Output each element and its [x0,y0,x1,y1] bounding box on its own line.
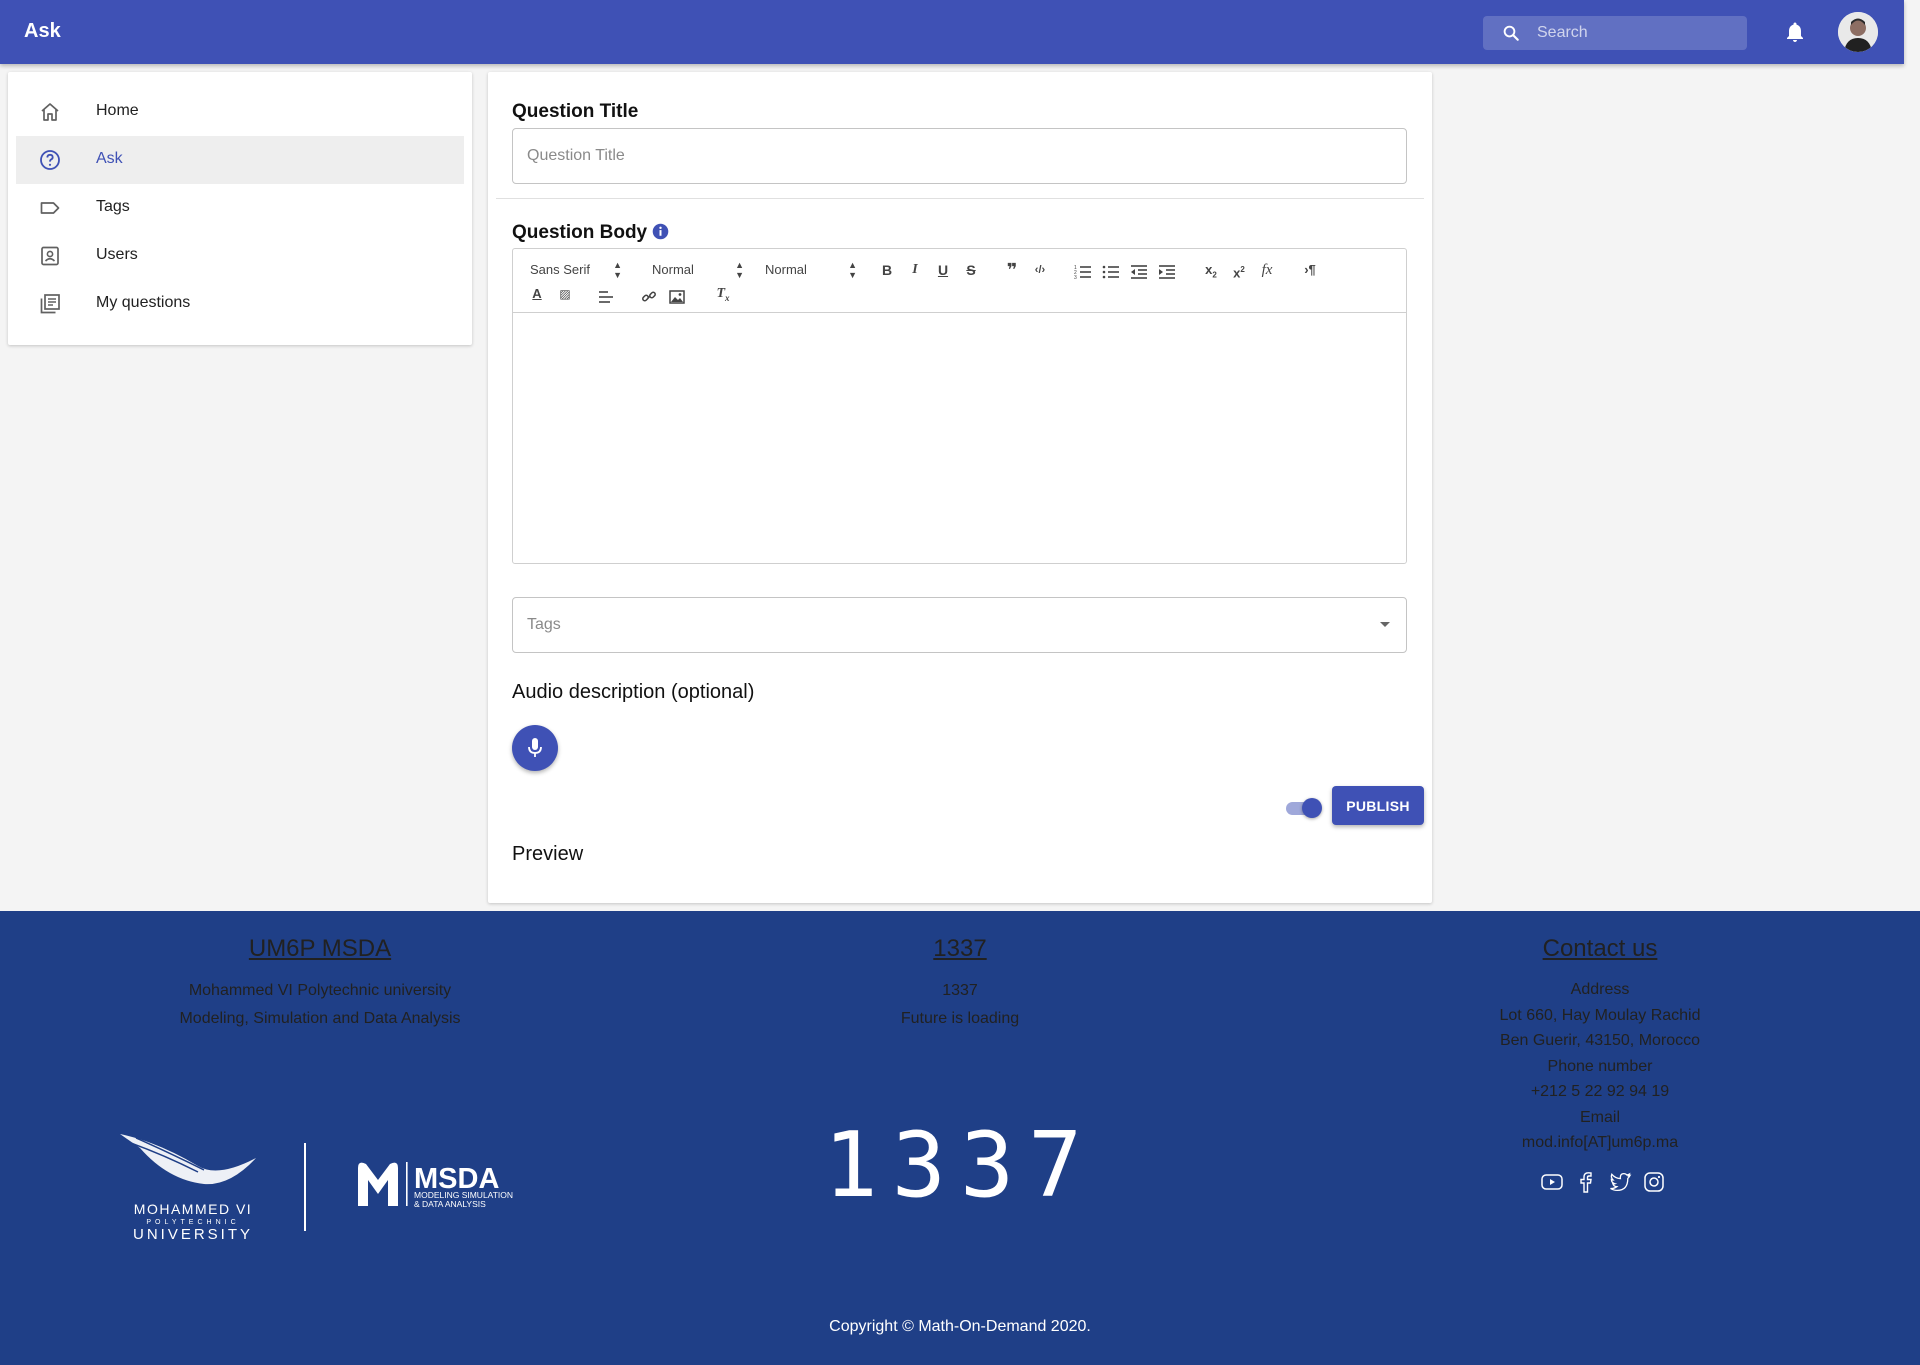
outdent-icon[interactable] [1130,262,1148,282]
ordered-list-icon[interactable]: 123 [1074,262,1092,282]
msda-logo-subtext: & DATA ANALYSIS [414,1199,486,1209]
question-body-label: Question Body [512,222,669,244]
editor-toolbar: Sans Serif ▲ ▼ Normal ▲ ▼ Normal ▲ ▼ B I U S ❞… [513,249,1406,313]
editor-content-area[interactable] [513,314,1406,563]
sidebar-item-label: Users [96,246,138,263]
superscript-icon[interactable]: x2 [1229,260,1249,280]
contact-card-icon [41,246,59,266]
info-icon[interactable] [652,223,669,240]
footer-text: 1337 [942,982,978,999]
size-select[interactable]: Normal ▲ ▼ [652,260,744,280]
audio-description-label: Audio description (optional) [512,681,755,703]
italic-icon[interactable]: I [905,260,925,280]
divider [496,198,1424,199]
underline-icon[interactable]: U [933,260,953,280]
microphone-icon [528,738,542,757]
instagram-icon[interactable] [1642,1170,1666,1199]
publish-toggle[interactable] [1284,797,1324,819]
um6p-logo-text: UNIVERSITY [133,1226,253,1242]
tags-input[interactable] [513,598,1406,652]
sidebar-item-home[interactable]: Home [16,88,464,136]
sidebar-item-my-questions[interactable]: My questions [16,280,464,328]
help-circle-icon [40,150,60,170]
strike-icon[interactable]: S [961,260,981,280]
facebook-icon[interactable] [1574,1170,1598,1199]
publish-button[interactable]: PUBLISH [1332,786,1424,825]
background-color-icon[interactable]: ▨ [555,284,575,304]
search-box[interactable] [1483,16,1747,50]
search-icon [1503,25,1519,41]
image-icon[interactable] [669,287,685,307]
youtube-icon[interactable] [1540,1170,1564,1199]
footer-link-um6p-msda[interactable]: UM6P MSDA [120,935,520,963]
sidebar-item-label: My questions [96,294,191,311]
footer-text: Address [1570,981,1630,998]
footer-link-1337[interactable]: 1337 [760,935,1160,963]
footer-text: mod.info[AT]um6p.ma [1521,1134,1679,1151]
logo-1337: 1337 [828,1128,1092,1200]
code-block-icon[interactable]: ‹/› [1030,260,1050,280]
library-books-icon [40,294,60,314]
logo-divider [304,1143,306,1231]
font-select[interactable]: Sans Serif ▲ ▼ [530,260,622,280]
question-title-field[interactable] [512,128,1407,184]
footer-text: Email [1579,1108,1620,1126]
link-icon[interactable] [641,287,657,307]
twitter-icon[interactable] [1608,1170,1632,1199]
um6p-logo-text: MOHAMMED VI [134,1201,252,1217]
clear-format-icon[interactable]: Tx [713,284,733,304]
subscript-icon[interactable]: x2 [1201,260,1221,280]
footer-text: Future is loading [900,1010,1020,1027]
preview-label: Preview [512,843,584,865]
blockquote-icon[interactable]: ❞ [1002,260,1022,280]
copyright-text: Copyright © Math-On-Demand 2020. [829,1318,1091,1335]
header-select[interactable]: Normal ▲ ▼ [765,260,857,280]
sidebar-item-label: Ask [96,150,123,167]
footer-col-msda: UM6P MSDA Mohammed VI Polytechnic univer… [120,935,520,1033]
logo-1337-text: 1337 [828,1128,1092,1200]
sidebar-item-label: Home [96,102,139,119]
footer-text: Modeling, Simulation and Data Analysis [179,1010,461,1027]
tags-select[interactable] [512,597,1407,653]
search-input[interactable] [1537,16,1737,50]
home-icon [41,103,59,121]
svg-text:3: 3 [1074,275,1077,281]
footer-col-contact: Contact us Address Lot 660, Hay Moulay R… [1400,935,1800,1156]
sidebar-item-ask[interactable]: Ask [16,136,464,184]
sidebar-item-users[interactable]: Users [16,232,464,280]
sidebar: Home Ask Tags Users My questions [8,72,472,345]
label-icon [40,202,60,214]
dropdown-arrow-icon [1380,622,1390,627]
sidebar-item-label: Tags [96,198,130,215]
rich-text-editor: Sans Serif ▲ ▼ Normal ▲ ▼ Normal ▲ ▼ B I U S ❞… [512,248,1407,564]
page-title: Ask [24,20,61,42]
social-links [1540,1170,1664,1199]
footer-text: Ben Guerir, 43150, Morocco [1499,1032,1701,1049]
ask-form-card: Question Title Question Body Sans Serif▲… [488,72,1432,903]
text-direction-icon[interactable]: ›¶ [1300,260,1320,280]
text-color-icon[interactable]: A [527,284,547,304]
formula-icon[interactable]: fx [1257,260,1277,280]
footer-text: Lot 660, Hay Moulay Rachid [1499,1006,1701,1024]
msda-logo: MSDA MODELING SIMULATION & DATA ANALYSIS [358,1162,513,1209]
um6p-logo: MOHAMMED VI POLYTECHNIC UNIVERSITY [120,1134,256,1242]
app-bar: Ask [0,0,1904,64]
bullet-list-icon[interactable] [1102,262,1120,282]
um6p-logo-text: POLYTECHNIC [146,1219,239,1226]
record-audio-button[interactable] [512,725,558,771]
footer-text: Mohammed VI Polytechnic university [188,982,452,999]
footer-link-contact[interactable]: Contact us [1400,935,1800,963]
footer-text: +212 5 22 92 94 19 [1530,1083,1670,1100]
bell-icon[interactable] [1783,20,1807,44]
indent-icon[interactable] [1158,262,1176,282]
question-title-input[interactable] [513,129,1406,183]
question-title-label: Question Title [512,101,639,122]
sidebar-item-tags[interactable]: Tags [16,184,464,232]
align-icon[interactable] [598,287,614,307]
footer-text: Phone number [1547,1057,1653,1075]
footer-col-1337: 1337 1337 Future is loading [760,935,1160,1033]
avatar[interactable] [1838,12,1878,52]
bold-icon[interactable]: B [877,260,897,280]
